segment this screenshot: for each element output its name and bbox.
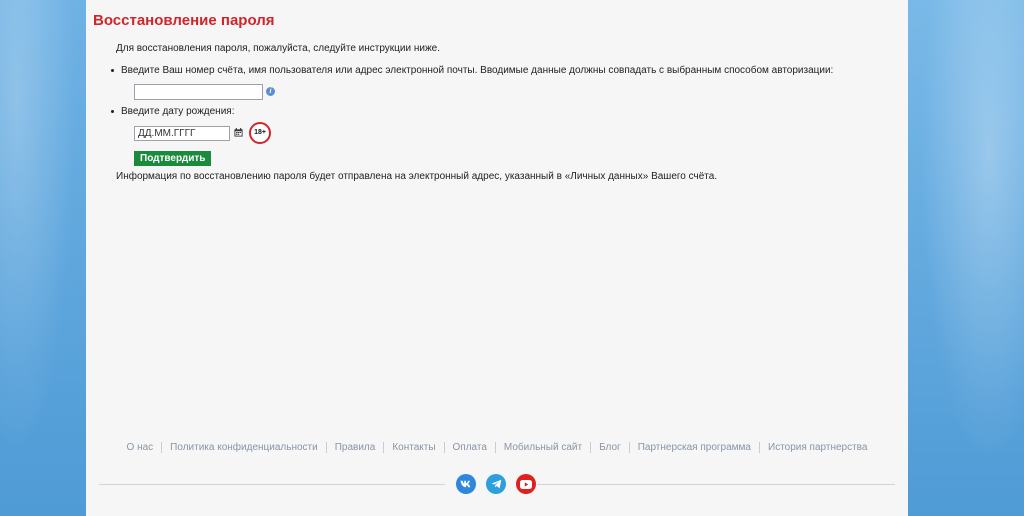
footer-link-contacts[interactable]: Контакты [383, 442, 443, 453]
info-icon[interactable]: i [266, 87, 275, 96]
footer-link-blog[interactable]: Блог [590, 442, 629, 453]
step-birthdate-label: Введите дату рождения: [111, 106, 235, 117]
footer-link-about[interactable]: О нас [119, 442, 162, 453]
background-right [908, 0, 1024, 516]
footer-link-payment[interactable]: Оплата [443, 442, 495, 453]
footer-link-privacy[interactable]: Политика конфиденциальности [161, 442, 326, 453]
telegram-icon[interactable] [486, 474, 506, 494]
footer-link-partner-program[interactable]: Партнерская программа [628, 442, 759, 453]
birthdate-input[interactable] [134, 126, 230, 141]
recovery-note: Информация по восстановлению пароля буде… [116, 171, 718, 182]
submit-button[interactable]: Подтвердить [134, 151, 212, 166]
footer-links: О нас Политика конфиденциальности Правил… [86, 442, 908, 453]
background-left [0, 0, 86, 516]
footer-link-rules[interactable]: Правила [325, 442, 384, 453]
main-panel: Восстановление пароля Для восстановления… [86, 0, 908, 516]
age-restriction-badge: 18+ [249, 122, 271, 144]
footer-divider-left [99, 484, 445, 485]
vk-icon[interactable] [456, 474, 476, 494]
page-title: Восстановление пароля [93, 12, 275, 29]
footer-link-partnership-history[interactable]: История партнерства [759, 442, 875, 453]
youtube-icon[interactable] [516, 474, 536, 494]
calendar-icon[interactable] [234, 128, 243, 137]
intro-text: Для восстановления пароля, пожалуйста, с… [116, 43, 440, 54]
footer-divider-right [537, 484, 895, 485]
login-input[interactable] [134, 84, 263, 100]
footer-link-mobile[interactable]: Мобильный сайт [494, 442, 590, 453]
step-login-label: Введите Ваш номер счёта, имя пользовател… [110, 65, 834, 76]
